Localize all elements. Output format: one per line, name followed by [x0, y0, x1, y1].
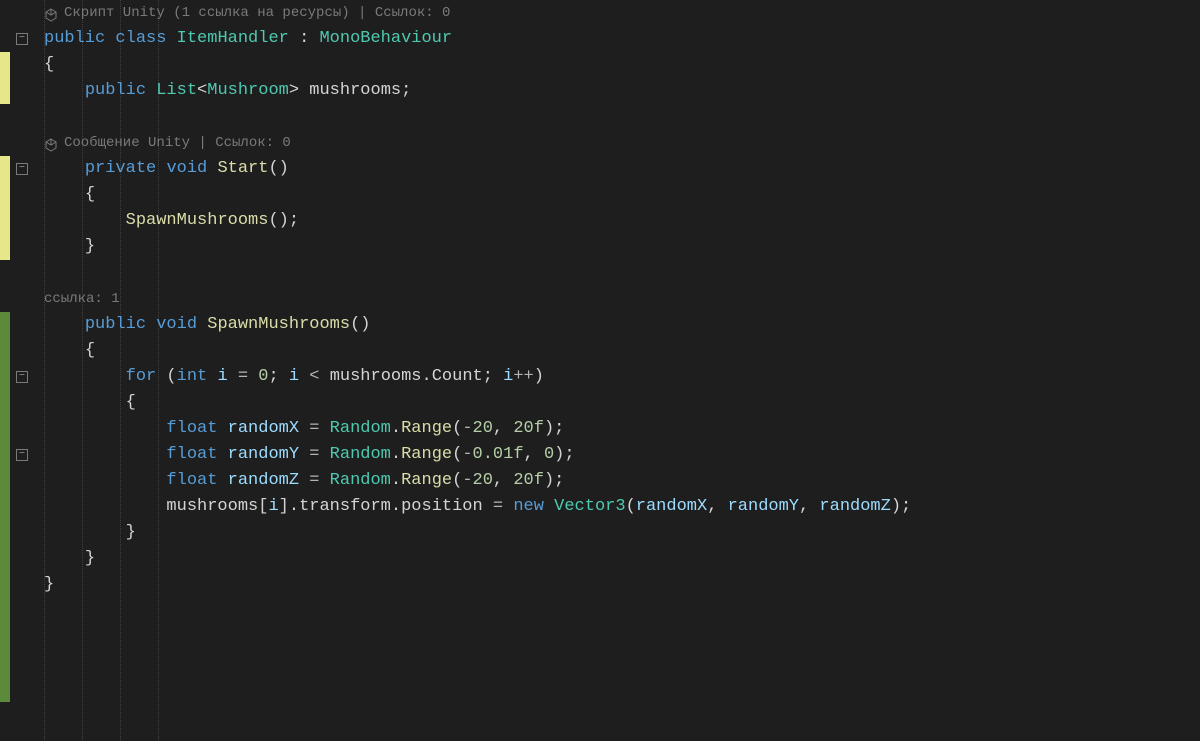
- code-line[interactable]: public List<Mushroom> mushrooms;: [44, 78, 1200, 104]
- code-line[interactable]: public class ItemHandler : MonoBehaviour: [44, 26, 1200, 52]
- codelens-class[interactable]: Скрипт Unity (1 ссылка на ресурсы) | Ссы…: [44, 0, 1200, 26]
- fold-toggle[interactable]: −: [16, 163, 28, 175]
- change-markers: [0, 0, 10, 741]
- code-line[interactable]: {: [44, 182, 1200, 208]
- codelens-start[interactable]: Сообщение Unity | Ссылок: 0: [44, 130, 1200, 156]
- codelens-spawn[interactable]: ссылка: 1: [44, 286, 1200, 312]
- code-line[interactable]: }: [44, 234, 1200, 260]
- code-line[interactable]: mushrooms[i].transform.position = new Ve…: [44, 494, 1200, 520]
- code-line[interactable]: float randomY = Random.Range(-0.01f, 0);: [44, 442, 1200, 468]
- code-line[interactable]: private void Start(): [44, 156, 1200, 182]
- cube-icon: [44, 136, 58, 150]
- code-line[interactable]: {: [44, 338, 1200, 364]
- code-line[interactable]: public void SpawnMushrooms(): [44, 312, 1200, 338]
- code-line[interactable]: }: [44, 520, 1200, 546]
- fold-toggle[interactable]: −: [16, 33, 28, 45]
- code-line[interactable]: float randomX = Random.Range(-20, 20f);: [44, 416, 1200, 442]
- code-line[interactable]: [44, 104, 1200, 130]
- code-line[interactable]: [44, 260, 1200, 286]
- fold-toggle[interactable]: −: [16, 371, 28, 383]
- code-line[interactable]: {: [44, 390, 1200, 416]
- code-editor: − − − − Скрипт Unity (1 ссылка на ресурс…: [0, 0, 1200, 741]
- code-area[interactable]: Скрипт Unity (1 ссылка на ресурсы) | Ссы…: [40, 0, 1200, 741]
- code-line[interactable]: for (int i = 0; i < mushrooms.Count; i++…: [44, 364, 1200, 390]
- code-line[interactable]: {: [44, 52, 1200, 78]
- code-line[interactable]: }: [44, 546, 1200, 572]
- code-line[interactable]: }: [44, 572, 1200, 598]
- fold-toggle[interactable]: −: [16, 449, 28, 461]
- fold-gutter: − − − −: [10, 0, 40, 741]
- cube-icon: [44, 6, 58, 20]
- code-line[interactable]: float randomZ = Random.Range(-20, 20f);: [44, 468, 1200, 494]
- code-line[interactable]: SpawnMushrooms();: [44, 208, 1200, 234]
